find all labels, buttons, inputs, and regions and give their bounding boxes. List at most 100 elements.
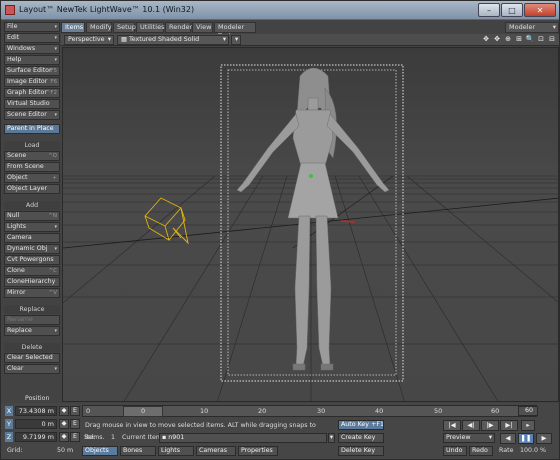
tab-bar: Items Modify Setup Utilities Render View…	[61, 22, 559, 40]
scene-editor-button[interactable]: Scene Editor ▾	[4, 110, 60, 120]
add-null-label: Null	[7, 212, 20, 219]
add-dynamic-obj-dropdown[interactable]: Dynamic Obj ▾	[4, 244, 60, 254]
cvt-powergons-button[interactable]: Cvt Powergons	[4, 255, 60, 265]
filter-bones-button[interactable]: Bones	[120, 446, 156, 456]
clone-button[interactable]: Clone ^C	[4, 266, 60, 276]
auto-key-button[interactable]: Auto Key +F1	[338, 420, 384, 430]
maximize-view-icon[interactable]: ⊟	[547, 35, 557, 45]
view-mode-dropdown[interactable]: Perspective ▾	[64, 35, 114, 45]
x-axis-label: X	[5, 406, 13, 416]
play-reverse-icon[interactable]: ◀	[500, 433, 516, 444]
image-editor-label: Image Editor	[7, 78, 48, 85]
minimize-button[interactable]: –	[478, 3, 500, 17]
shortcut-label: ^O	[48, 153, 57, 159]
timeline[interactable]: 0 0 10 20 30 40 50 60	[82, 405, 537, 417]
virtual-studio-button[interactable]: Virtual Studio	[4, 99, 60, 109]
tab-utilities[interactable]: Utilities	[136, 22, 164, 33]
tab-setup[interactable]: Setup	[113, 22, 136, 33]
add-lights-dropdown[interactable]: Lights ▾	[4, 222, 60, 232]
rotate-view-icon[interactable]: ✥	[492, 35, 502, 45]
properties-button[interactable]: Properties	[238, 446, 278, 456]
redo-button[interactable]: Redo	[469, 446, 493, 456]
tab-modify[interactable]: Modify	[86, 22, 112, 33]
undo-button[interactable]: Undo	[443, 446, 467, 456]
clear-selected-button[interactable]: Clear Selected	[4, 353, 60, 363]
z-envelope-button[interactable]: E	[70, 432, 80, 442]
preview-label: Preview	[446, 434, 471, 441]
position-label: Position	[25, 395, 50, 402]
pause-icon[interactable]: ❚❚	[518, 433, 534, 444]
y-position-field[interactable]: 0 m	[15, 419, 57, 429]
timeline-tick: 20	[258, 407, 267, 415]
modeler-dropdown[interactable]: Modeler ▾	[505, 22, 559, 33]
clone-hierarchy-button[interactable]: CloneHierarchy	[4, 277, 60, 287]
end-frame-field[interactable]: 60	[518, 406, 538, 416]
delete-key-button[interactable]: Delete Key	[338, 446, 384, 456]
image-editor-button[interactable]: Image Editor F6	[4, 77, 60, 87]
add-null-button[interactable]: Null ^N	[4, 211, 60, 221]
next-key-icon[interactable]: |▶	[481, 420, 499, 431]
graph-editor-button[interactable]: Graph Editor ^F2	[4, 88, 60, 98]
tab-view[interactable]: View	[192, 22, 213, 33]
x-axis-handle[interactable]	[340, 220, 356, 223]
chevron-down-icon: ▾	[235, 36, 239, 43]
x-position-field[interactable]: 73.4308 m	[15, 406, 57, 416]
chevron-down-icon[interactable]: ▾	[328, 433, 335, 443]
mirror-button[interactable]: Mirror ^V	[4, 288, 60, 298]
x-key-icon[interactable]: ◆	[59, 406, 69, 416]
add-camera-label: Camera	[7, 234, 32, 241]
orbit-view-icon[interactable]: ⊕	[503, 35, 513, 45]
zoom-icon[interactable]: 🔍	[525, 35, 535, 45]
view-options-dropdown[interactable]: ▾	[231, 35, 241, 45]
z-position-field[interactable]: 9.7199 m	[15, 432, 57, 442]
shading-dropdown[interactable]: ▦ Textured Shaded Solid ▾	[117, 35, 229, 45]
preview-dropdown[interactable]: Preview ▾	[443, 433, 495, 443]
y-key-icon[interactable]: ◆	[59, 419, 69, 429]
chevron-down-icon: ▾	[552, 23, 556, 31]
tab-render[interactable]: Render	[165, 22, 192, 33]
expand-icon[interactable]: ▸	[521, 420, 535, 431]
current-item-label: Current Item	[122, 434, 162, 441]
load-scene-button[interactable]: Scene ^O	[4, 151, 60, 161]
mirror-label: Mirror	[7, 289, 26, 296]
filter-objects-button[interactable]: Objects	[82, 446, 118, 456]
move-view-icon[interactable]: ✥	[481, 35, 491, 45]
previous-key-icon[interactable]: ◀|	[462, 420, 480, 431]
perspective-viewport[interactable]	[62, 47, 559, 402]
fit-view-icon[interactable]: ⊡	[536, 35, 546, 45]
go-to-end-icon[interactable]: ▶|	[500, 420, 518, 431]
x-envelope-button[interactable]: E	[70, 406, 80, 416]
replace-dropdown[interactable]: Replace ▾	[4, 326, 60, 336]
z-key-icon[interactable]: ◆	[59, 432, 69, 442]
load-from-scene-label: From Scene	[7, 163, 44, 170]
menu-windows[interactable]: Windows ▾	[4, 44, 60, 54]
add-camera-button[interactable]: Camera	[4, 233, 60, 243]
play-icon[interactable]: ▶	[536, 433, 552, 444]
load-object-layer-button[interactable]: Object Layer	[4, 184, 60, 194]
maximize-button[interactable]: □	[501, 3, 523, 17]
menu-file[interactable]: File ▾	[4, 22, 60, 32]
pan-view-icon[interactable]: ⊞	[514, 35, 524, 45]
filter-lights-button[interactable]: Lights	[158, 446, 194, 456]
graph-editor-label: Graph Editor	[7, 89, 47, 96]
menu-help[interactable]: Help ▾	[4, 55, 60, 65]
load-from-scene-button[interactable]: From Scene	[4, 162, 60, 172]
tab-items[interactable]: Items	[61, 22, 85, 33]
filter-cameras-button[interactable]: Cameras	[196, 446, 236, 456]
current-item-dropdown[interactable]: ▪ n901	[159, 433, 327, 443]
tab-modeler-tools[interactable]: Modeler Tools	[214, 22, 256, 40]
create-key-button[interactable]: Create Key	[338, 433, 384, 443]
load-object-button[interactable]: Object +	[4, 173, 60, 183]
close-button[interactable]: ✕	[524, 3, 556, 17]
current-item-value: n901	[168, 434, 185, 441]
menu-edit[interactable]: Edit ▾	[4, 33, 60, 43]
go-to-start-icon[interactable]: |◀	[443, 420, 461, 431]
rename-button[interactable]: Rename	[4, 315, 60, 325]
camera-gizmo[interactable]	[144, 197, 189, 245]
y-envelope-button[interactable]: E	[70, 419, 80, 429]
pivot-marker	[309, 174, 313, 178]
parent-in-place-button[interactable]: Parent in Place	[4, 124, 60, 134]
clear-dropdown[interactable]: Clear ▾	[4, 364, 60, 374]
rate-label: Rate	[499, 447, 514, 454]
surface-editor-button[interactable]: Surface Editor F5	[4, 66, 60, 76]
